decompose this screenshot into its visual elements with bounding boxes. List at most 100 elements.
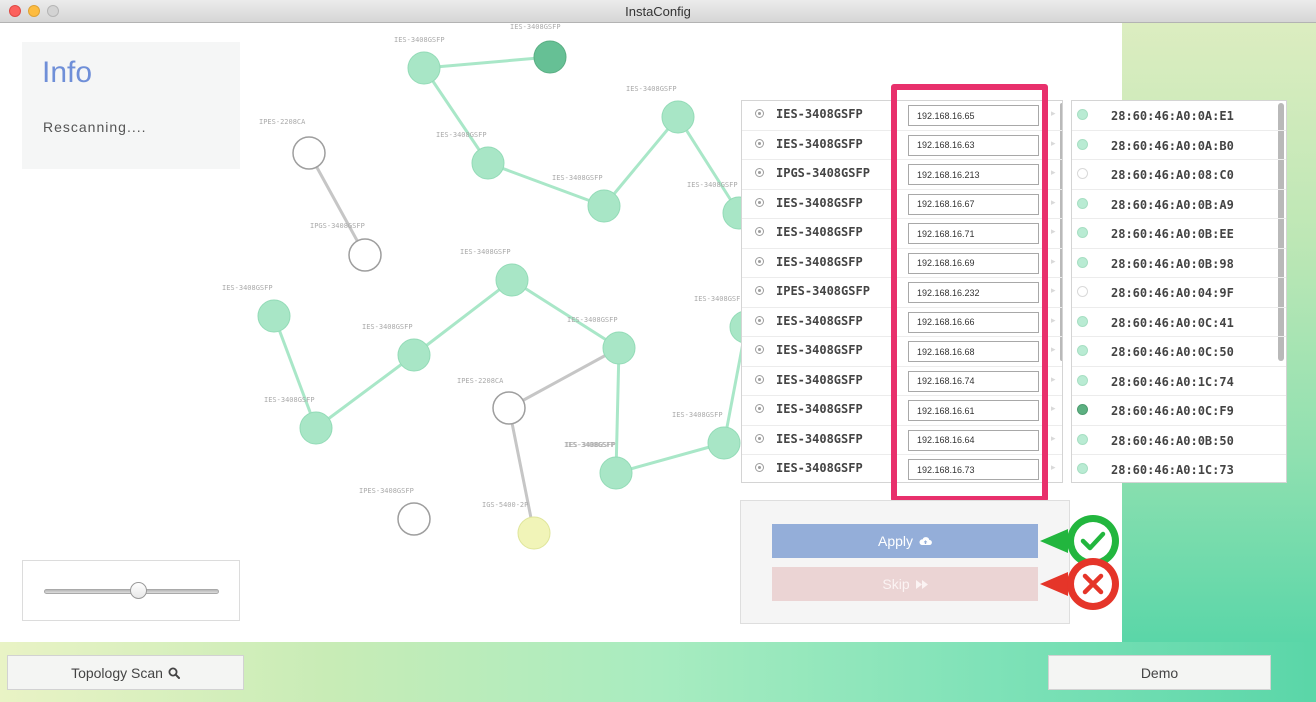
- topology-node-label: IES-3408GSFP: [510, 23, 561, 31]
- status-dot-icon: [1077, 404, 1088, 415]
- mac-row[interactable]: 28:60:46:A0:1C:74: [1072, 367, 1286, 396]
- select-radio-icon[interactable]: [755, 197, 764, 207]
- topology-node[interactable]: [292, 136, 326, 170]
- topology-node-label: IES-3408GSFP: [222, 284, 273, 292]
- status-dot-icon: [1077, 433, 1088, 445]
- row-arrow-icon: ▸: [1051, 285, 1056, 295]
- mac-address: 28:60:46:A0:0B:EE: [1111, 227, 1234, 241]
- topology-node[interactable]: [407, 51, 441, 85]
- mac-address: 28:60:46:A0:0A:E1: [1111, 109, 1234, 123]
- row-arrow-icon: ▸: [1051, 462, 1056, 472]
- topology-node[interactable]: [599, 456, 633, 490]
- row-arrow-icon: ▸: [1051, 226, 1056, 236]
- action-panel: [740, 500, 1070, 624]
- mac-row[interactable]: 28:60:46:A0:0C:50: [1072, 337, 1286, 367]
- mac-row[interactable]: 28:60:46:A0:0B:A9: [1072, 190, 1286, 219]
- select-radio-icon[interactable]: [755, 404, 764, 413]
- topology-link: [272, 315, 318, 429]
- window-title: InstaConfig: [625, 4, 691, 19]
- topology-scan-button[interactable]: Topology Scan: [7, 655, 244, 690]
- error-cross-icon: [1040, 558, 1119, 610]
- status-dot-icon: [1077, 345, 1088, 356]
- device-name: IPGS-3408GSFP: [776, 166, 870, 180]
- apply-button[interactable]: Apply: [772, 524, 1038, 558]
- demo-button[interactable]: Demo: [1048, 655, 1271, 690]
- topology-link: [676, 116, 741, 214]
- select-radio-icon[interactable]: [755, 227, 764, 236]
- topology-node-label: IES-3408GSFP: [672, 411, 723, 419]
- device-name: IES-3408GSFP: [776, 136, 863, 151]
- device-name: IES-3408GSFP: [776, 372, 863, 387]
- status-dot-icon: [1077, 168, 1088, 179]
- topology-node[interactable]: [602, 331, 636, 365]
- mac-address-list[interactable]: 28:60:46:A0:0A:E1 28:60:46:A0:0A:B0 28:60:…: [1071, 100, 1287, 483]
- topology-node[interactable]: [471, 146, 505, 180]
- topology-node[interactable]: [661, 100, 695, 134]
- mac-row[interactable]: 28:60:46:A0:0A:E1: [1072, 101, 1286, 131]
- ip-column-highlight: [891, 84, 1048, 502]
- mac-address: 28:60:46:A0:04:9F: [1111, 286, 1234, 300]
- select-radio-icon[interactable]: [755, 345, 764, 354]
- topology-node[interactable]: [495, 263, 529, 297]
- zoom-slider-knob[interactable]: [130, 582, 147, 599]
- mac-row[interactable]: 28:60:46:A0:1C:73: [1072, 455, 1286, 482]
- select-radio-icon[interactable]: [755, 138, 764, 148]
- topology-link: [487, 161, 605, 208]
- topology-node[interactable]: [492, 391, 526, 425]
- mac-address: 28:60:46:A0:0B:98: [1111, 256, 1234, 271]
- topology-node[interactable]: [707, 426, 741, 460]
- device-name: IES-3408GSFP: [776, 343, 863, 357]
- mac-row[interactable]: 28:60:46:A0:08:C0: [1072, 160, 1286, 190]
- status-dot-icon: [1077, 315, 1088, 327]
- select-radio-icon[interactable]: [755, 286, 764, 295]
- status-dot-icon: [1077, 374, 1088, 386]
- select-radio-icon[interactable]: [755, 374, 764, 384]
- topology-node-label: IES-3408GSFP: [552, 174, 603, 182]
- mac-address: 28:60:46:A0:08:C0: [1111, 168, 1234, 182]
- topology-node-label: IES-3408GSFP: [694, 295, 745, 303]
- select-radio-icon[interactable]: [755, 109, 764, 118]
- device-name: IES-3408GSFP: [776, 461, 863, 475]
- select-radio-icon[interactable]: [755, 315, 764, 325]
- mac-row[interactable]: 28:60:46:A0:04:9F: [1072, 278, 1286, 308]
- topology-scan-label: Topology Scan: [71, 664, 163, 681]
- topology-node-label: IES-3408GSFP: [460, 248, 511, 256]
- topology-node-label: IES-3408GSFP: [394, 36, 445, 44]
- topology-link: [315, 353, 415, 430]
- topology-link: [307, 152, 367, 256]
- row-arrow-icon: ▸: [1051, 314, 1056, 325]
- mac-address: 28:60:46:A0:1C:73: [1111, 463, 1234, 477]
- row-arrow-icon: ▸: [1051, 344, 1056, 354]
- device-name: IES-3408GSFP: [776, 225, 863, 239]
- mac-row[interactable]: 28:60:46:A0:0B:EE: [1072, 219, 1286, 249]
- topology-link: [422, 67, 490, 164]
- topology-node[interactable]: [517, 516, 551, 550]
- topology-node[interactable]: [587, 189, 621, 223]
- title-bar: InstaConfig: [0, 0, 1316, 23]
- topology-node-label: IES-3408GSFP: [567, 316, 618, 324]
- topology-node[interactable]: [257, 299, 291, 333]
- topology-node[interactable]: [299, 411, 333, 445]
- mac-row[interactable]: 28:60:46:A0:0C:F9: [1072, 396, 1286, 426]
- mac-row[interactable]: 28:60:46:A0:0A:B0: [1072, 131, 1286, 160]
- topology-node[interactable]: [397, 502, 431, 536]
- topology-link: [413, 278, 513, 357]
- info-panel: Info Rescanning....: [22, 42, 240, 169]
- topology-node-label: IES-3408GSFP: [626, 85, 677, 93]
- topology-node-label: IES-3408GSFP: [362, 323, 413, 331]
- select-radio-icon[interactable]: [755, 168, 764, 177]
- skip-button[interactable]: Skip: [772, 567, 1038, 601]
- topology-link: [507, 407, 536, 534]
- select-radio-icon[interactable]: [755, 463, 764, 472]
- topology-node[interactable]: [397, 338, 431, 372]
- mac-row[interactable]: 28:60:46:A0:0B:50: [1072, 426, 1286, 455]
- topology-node[interactable]: [348, 238, 382, 272]
- select-radio-icon[interactable]: [755, 256, 764, 266]
- mac-row[interactable]: 28:60:46:A0:0B:98: [1072, 249, 1286, 278]
- select-radio-icon[interactable]: [755, 433, 764, 443]
- row-arrow-icon: ▸: [1051, 403, 1056, 413]
- status-dot-icon: [1077, 138, 1088, 150]
- topology-node[interactable]: [533, 40, 567, 74]
- topology-node-label: IES-3408GSFP: [687, 181, 738, 189]
- mac-row[interactable]: 28:60:46:A0:0C:41: [1072, 308, 1286, 337]
